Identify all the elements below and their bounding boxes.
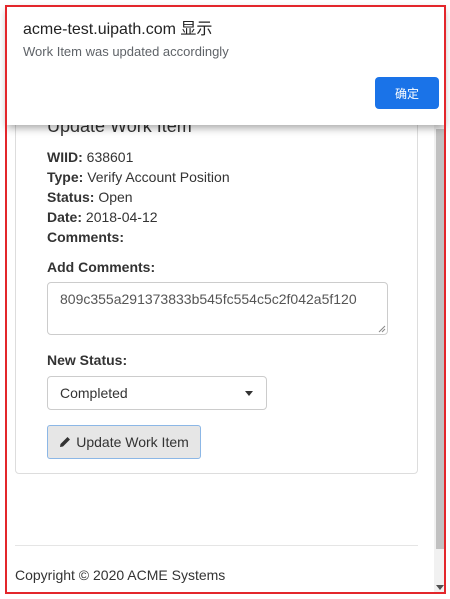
date-row: Date: 2018-04-12 [47,207,158,227]
status-label: Status: [47,189,95,205]
add-comments-label: Add Comments: [47,259,156,275]
scroll-down-arrow-icon[interactable] [436,585,444,590]
new-status-select[interactable]: Completed [47,376,267,410]
date-value: 2018-04-12 [85,209,158,225]
dialog-title: acme-test.uipath.com 显示 [23,21,213,38]
pencil-icon [60,437,71,447]
dialog-message: Work Item was updated accordingly [23,44,229,59]
status-value: Open [98,189,133,205]
add-comments-field[interactable]: 809c355a291373833b545fc554c5c2f042a5f120 [47,282,388,335]
update-work-item-panel: Update Work Item WIID: 638601 Type: Veri… [15,100,418,474]
caret-down-icon [245,391,253,396]
footer-copyright: Copyright © 2020 ACME Systems [15,567,226,583]
date-label: Date: [47,209,83,225]
dialog-ok-button[interactable]: 确定 [375,77,439,109]
comments-row: Comments: [47,227,124,247]
wiid-row: WIID: 638601 [47,147,133,167]
wiid-value: 638601 [86,149,134,165]
resize-grip-icon[interactable] [378,325,386,333]
update-work-item-button[interactable]: Update Work Item [47,425,201,459]
status-row: Status: Open [47,187,133,207]
update-button-label: Update Work Item [76,434,189,450]
type-value: Verify Account Position [87,169,230,185]
scrollbar-thumb[interactable] [436,129,444,549]
new-status-selected-value: Completed [60,385,128,401]
alert-dialog: acme-test.uipath.com 显示 Work Item was up… [7,7,444,125]
footer-divider [15,545,418,546]
type-label: Type: [47,169,84,185]
type-row: Type: Verify Account Position [47,167,230,187]
new-status-label: New Status: [47,352,128,368]
comments-label: Comments: [47,229,125,245]
wiid-label: WIID: [47,149,83,165]
